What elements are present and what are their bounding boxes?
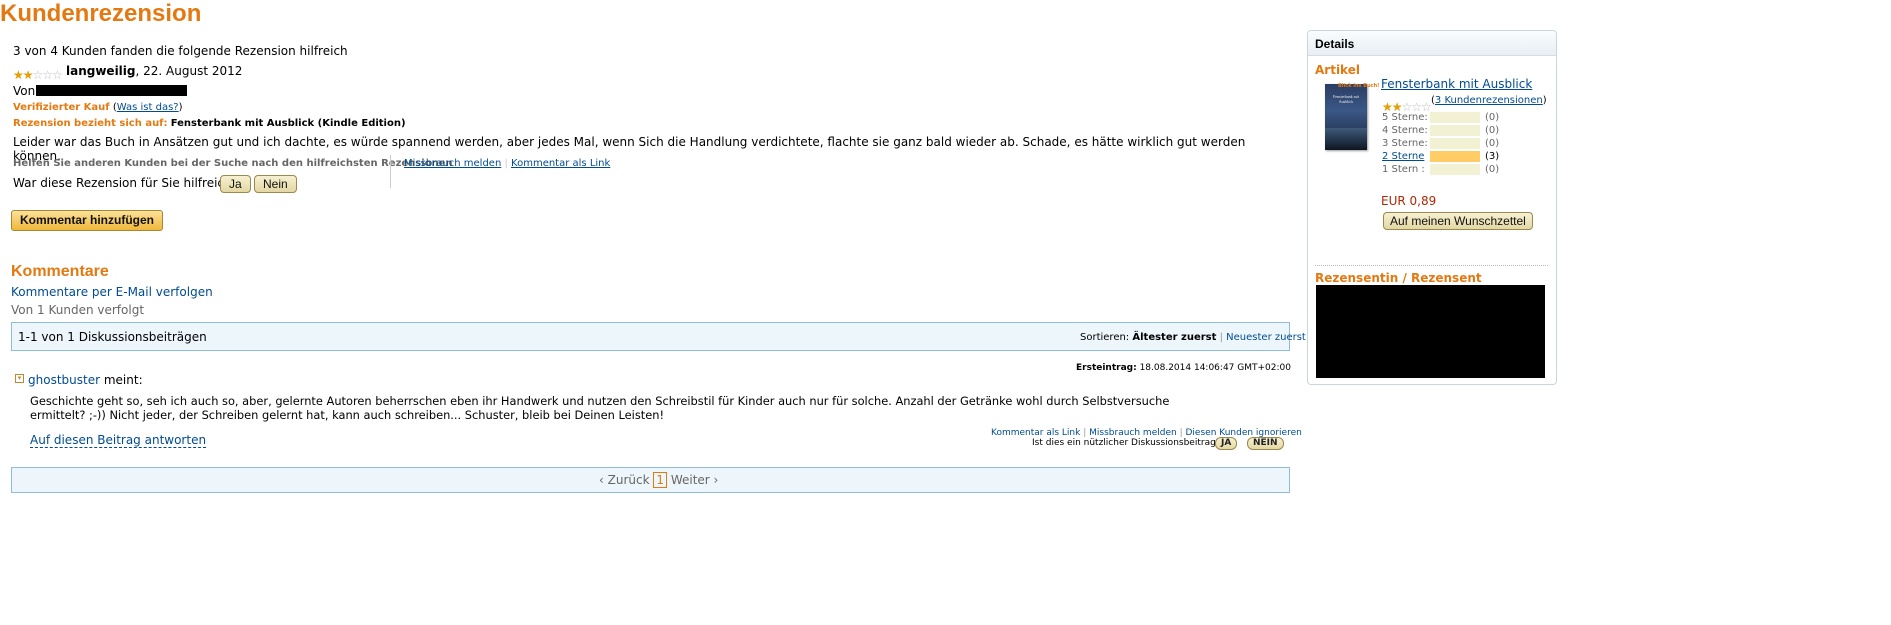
current-page: 1	[653, 472, 667, 488]
refers-label: Rezension bezieht sich auf:	[13, 118, 168, 129]
sidebar-heading: Details	[1308, 31, 1556, 56]
sidebar-divider	[1315, 265, 1548, 266]
post-text-line-2: ermittelt? ;-)) Nicht jeder, der Schreib…	[30, 408, 665, 422]
reviews-link[interactable]: 3 Kundenrezensionen	[1435, 95, 1543, 106]
post-comment-as-link[interactable]: Kommentar als Link	[991, 428, 1080, 438]
discussion-count: 1-1 von 1 Diskussionsbeiträgen	[18, 330, 207, 344]
helpful-count: 3 von 4 Kunden fanden die folgende Rezen…	[13, 44, 348, 58]
review-author-label: Von	[13, 84, 36, 98]
reviewer-profile-redacted	[1316, 285, 1545, 378]
histogram-bar	[1430, 112, 1480, 123]
histogram-label: 3 Sterne:	[1382, 138, 1428, 149]
article-label: Artikel	[1315, 63, 1360, 77]
post-author-line: ghostbuster meint:	[28, 373, 143, 387]
reviews-count: (3 Kundenrezensionen)	[1431, 95, 1547, 106]
report-abuse-link[interactable]: Missbrauch melden	[404, 158, 501, 169]
look-inside-badge: Blick ins Buch!	[1338, 83, 1380, 89]
review-rating-stars: ☆☆☆☆☆★★★★★	[13, 68, 63, 82]
histogram-bar	[1430, 138, 1480, 149]
review-headline-line: langweilig, 22. August 2012	[66, 64, 242, 78]
add-to-wishlist-button[interactable]: Auf meinen Wunschzettel	[1383, 212, 1533, 230]
helpful-yes-button[interactable]: Ja	[220, 175, 251, 193]
cover-title: Fensterbank mit Ausblick	[1333, 94, 1359, 104]
review-date: , 22. August 2012	[135, 64, 243, 78]
help-others-text: Helfen Sie anderen Kunden bei der Suche …	[13, 158, 453, 169]
histogram-label: 4 Sterne:	[1382, 125, 1428, 136]
post-says: meint:	[103, 373, 143, 387]
followed-by-count: Von 1 Kunden verfolgt	[11, 303, 145, 317]
useful-question: Ist dies ein nützlicher Diskussionsbeitr…	[1032, 438, 1221, 448]
next-page-link[interactable]: Weiter ›	[671, 473, 719, 487]
histogram-count: (3)	[1485, 151, 1500, 162]
sort-separator: |	[1219, 332, 1223, 343]
prev-page-link[interactable]: ‹ Zurück	[599, 473, 650, 487]
follow-by-email-link[interactable]: Kommentare per E-Mail verfolgen	[11, 285, 213, 299]
sort-label: Sortieren:	[1080, 332, 1130, 343]
sort-newest-option[interactable]: Neuester zuerst	[1226, 332, 1306, 343]
verified-purchase-line: Verifizierter Kauf (Was ist das?)	[13, 102, 183, 113]
histogram-bar	[1430, 151, 1480, 162]
first-post-line: Ersteintrag: 18.08.2014 14:06:47 GMT+02:…	[1076, 363, 1291, 373]
verified-badge: Verifizierter Kauf	[13, 102, 110, 113]
comment-as-link[interactable]: Kommentar als Link	[511, 158, 610, 169]
histogram-bar	[1430, 125, 1480, 136]
histogram-count: (0)	[1485, 112, 1500, 123]
histogram-count: (0)	[1485, 125, 1500, 136]
sort-controls: Sortieren: Ältester zuerst | Neuester zu…	[1080, 332, 1306, 343]
refers-to-line: Rezension bezieht sich auf: Fensterbank …	[13, 118, 406, 129]
first-post-date: 18.08.2014 14:06:47 GMT+02:00	[1139, 363, 1291, 373]
refers-item: Fensterbank mit Ausblick (Kindle Edition…	[170, 118, 406, 129]
histogram-label[interactable]: 2 Sterne	[1382, 151, 1430, 162]
histogram-count: (0)	[1485, 164, 1500, 175]
helpful-question: War diese Rezension für Sie hilfreich?	[13, 176, 238, 190]
review-headline: langweilig	[66, 64, 136, 78]
post-no-button[interactable]: NEIN	[1247, 437, 1284, 450]
post-text-line-1: Geschichte geht so, seh ich auch so, abe…	[30, 394, 1170, 408]
add-comment-button[interactable]: Kommentar hinzufügen	[11, 210, 163, 231]
page-title: Kundenrezension	[0, 0, 202, 27]
vertical-divider	[390, 155, 391, 188]
post-yes-button[interactable]: JA	[1215, 437, 1238, 450]
histogram-count: (0)	[1485, 138, 1500, 149]
price: EUR 0,89	[1381, 194, 1437, 208]
first-post-label: Ersteintrag:	[1076, 363, 1137, 373]
redacted-author	[36, 85, 187, 96]
reviewer-label: Rezensentin / Rezensent	[1315, 271, 1482, 285]
histogram-bar-fill	[1430, 151, 1480, 162]
post-sep-2: |	[1179, 428, 1183, 438]
review-actions: Missbrauch melden | Kommentar als Link	[404, 158, 610, 169]
comments-heading: Kommentare	[11, 263, 109, 280]
reply-link[interactable]: Auf diesen Beitrag antworten	[30, 433, 207, 448]
helpful-no-button[interactable]: Nein	[254, 175, 297, 193]
histogram-bar	[1430, 164, 1480, 175]
collapse-toggle-icon[interactable]: ▾	[15, 374, 24, 383]
book-cover-image[interactable]: Fensterbank mit Ausblick	[1325, 84, 1367, 150]
post-sep-1: |	[1083, 428, 1087, 438]
reviews-close: )	[1542, 95, 1547, 106]
cover-landscape	[1325, 128, 1367, 150]
histogram-label: 5 Sterne:	[1382, 112, 1428, 123]
post-author-link[interactable]: ghostbuster	[28, 373, 100, 387]
ignore-customer-link[interactable]: Diesen Kunden ignorieren	[1186, 428, 1302, 438]
histogram-label: 1 Stern :	[1382, 164, 1425, 175]
verified-help-close: )	[178, 102, 183, 113]
post-report-abuse-link[interactable]: Missbrauch melden	[1089, 428, 1177, 438]
pagination: ‹ Zurück 1 Weiter ›	[599, 472, 718, 488]
product-title-link[interactable]: Fensterbank mit Ausblick	[1381, 77, 1532, 91]
sort-oldest-option[interactable]: Ältester zuerst	[1132, 332, 1216, 343]
what-is-this-link[interactable]: Was ist das?	[117, 102, 179, 113]
